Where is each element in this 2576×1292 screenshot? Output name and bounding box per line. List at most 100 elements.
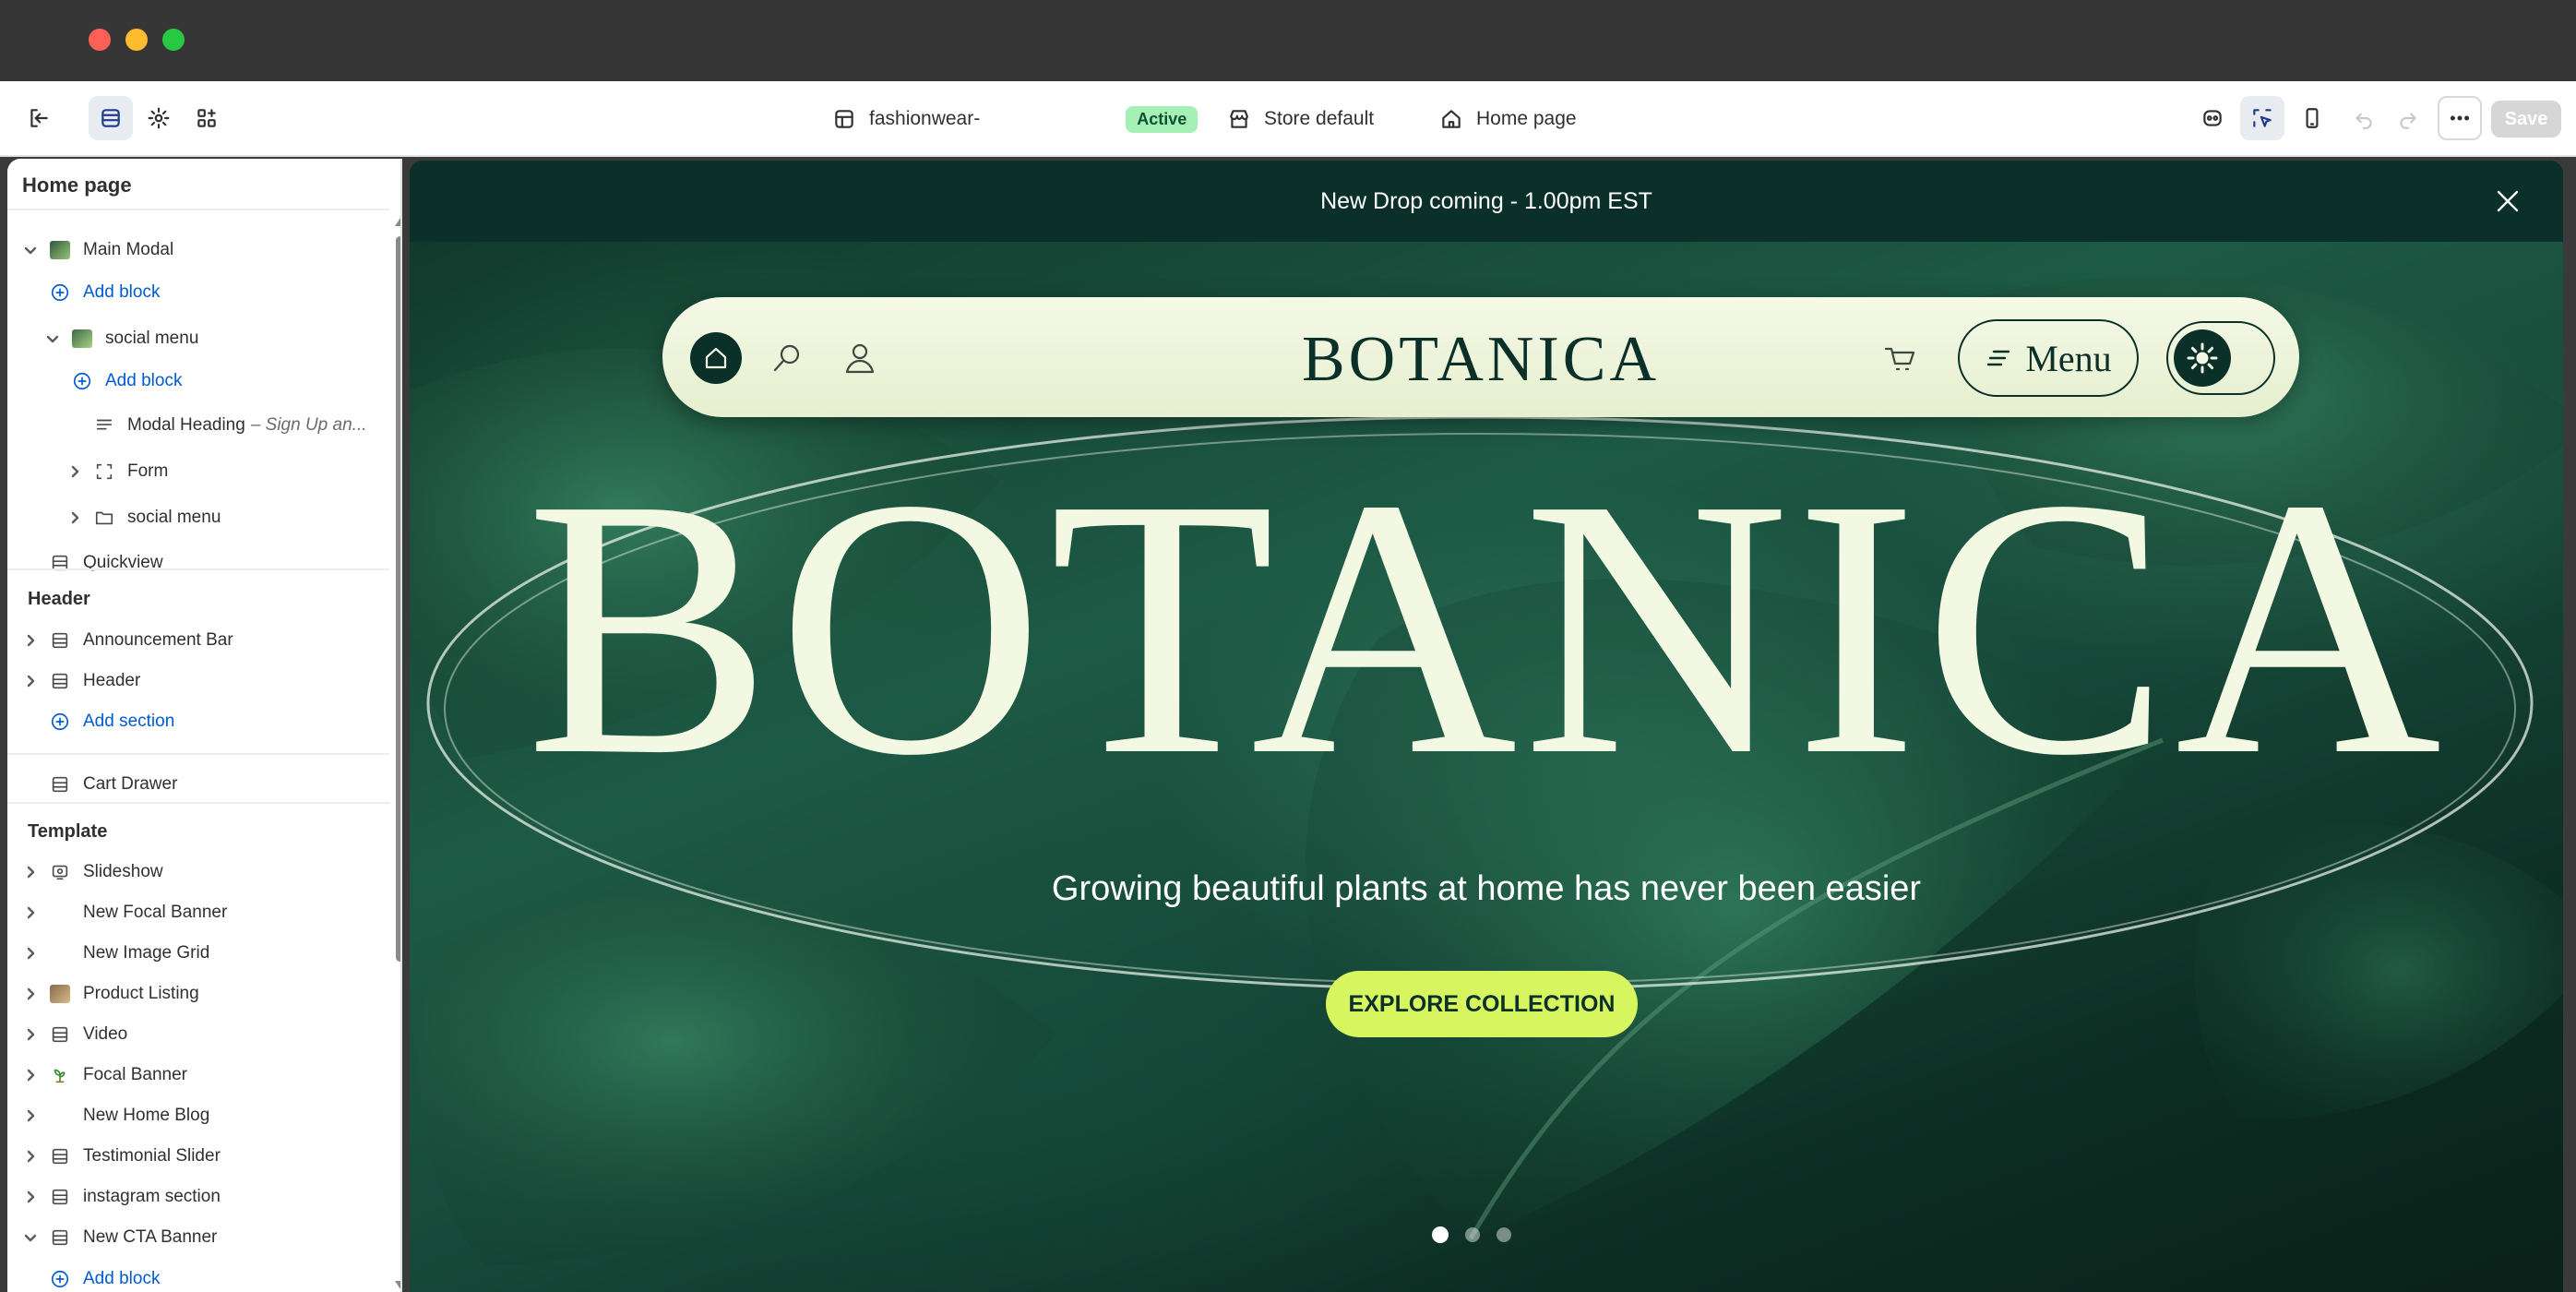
chevron-right-icon[interactable] bbox=[17, 1027, 44, 1042]
preview-mode-button[interactable] bbox=[2190, 96, 2235, 140]
slide-dot-1[interactable] bbox=[1432, 1226, 1449, 1243]
tree-item-new-home-blog[interactable]: New Home Blog bbox=[17, 1100, 209, 1131]
tree-item-main-modal[interactable]: Main Modal bbox=[17, 234, 173, 266]
tree-item-new-cta-banner[interactable]: New CTA Banner bbox=[17, 1222, 217, 1253]
ellipsis-icon bbox=[2450, 115, 2470, 121]
undo-button[interactable] bbox=[2342, 96, 2386, 140]
tree-item-label: Focal Banner bbox=[83, 1065, 188, 1084]
window-zoom-button[interactable] bbox=[162, 29, 185, 51]
hero-title: BOTANICA bbox=[525, 423, 2448, 831]
divider bbox=[7, 753, 389, 755]
redo-button[interactable] bbox=[2386, 96, 2430, 140]
menu-label: Menu bbox=[2025, 337, 2112, 379]
tree-item-label: Testimonial Slider bbox=[83, 1146, 221, 1166]
theme-toggle-switch[interactable] bbox=[2166, 321, 2275, 395]
exit-button[interactable] bbox=[17, 96, 61, 140]
tree-item-label: New Image Grid bbox=[83, 943, 210, 963]
theme-status-badge: Active bbox=[1126, 105, 1199, 133]
tree-item-quickview[interactable]: Quickview bbox=[44, 547, 163, 579]
chevron-right-icon[interactable] bbox=[17, 865, 44, 879]
tree-item-video[interactable]: Video bbox=[17, 1019, 127, 1050]
inspector-button[interactable] bbox=[2240, 96, 2284, 140]
tree-item-label: Announcement Bar bbox=[83, 630, 233, 650]
home-icon bbox=[1442, 110, 1461, 128]
plant-thumbnail-icon bbox=[44, 1065, 76, 1085]
editor-topbar: fashionwear- Active Store default Home p… bbox=[0, 81, 2576, 157]
text-icon bbox=[89, 415, 120, 436]
chevron-right-icon[interactable] bbox=[17, 987, 44, 1001]
folder-icon bbox=[89, 508, 120, 528]
announcement-text: New Drop coming - 1.00pm EST bbox=[1320, 187, 1652, 214]
theme-selector[interactable]: fashionwear- Active bbox=[832, 100, 1199, 138]
chevron-right-icon[interactable] bbox=[17, 633, 44, 648]
cart-button[interactable] bbox=[1880, 338, 1921, 378]
chevron-down-icon[interactable] bbox=[39, 331, 66, 346]
scrollbar-thumb[interactable] bbox=[396, 236, 400, 962]
store-selector[interactable]: Store default bbox=[1227, 100, 1374, 138]
page-selector[interactable]: Home page bbox=[1439, 100, 1577, 138]
sections-sidebar: Home page Main Modal Add block social me… bbox=[7, 159, 402, 1292]
group-title-header: Header bbox=[28, 589, 90, 609]
chevron-right-icon[interactable] bbox=[17, 946, 44, 961]
window-close-button[interactable] bbox=[89, 29, 111, 51]
chevron-right-icon[interactable] bbox=[61, 464, 89, 479]
explore-collection-button[interactable]: EXPLORE COLLECTION bbox=[1326, 971, 1638, 1037]
tree-item-new-image-grid[interactable]: New Image Grid bbox=[17, 938, 209, 969]
chevron-right-icon[interactable] bbox=[17, 905, 44, 920]
chevron-right-icon[interactable] bbox=[61, 510, 89, 525]
apps-button[interactable] bbox=[185, 96, 229, 140]
tree-item-focal-banner[interactable]: Focal Banner bbox=[17, 1059, 187, 1091]
group-title-template: Template bbox=[28, 821, 108, 842]
chevron-right-icon[interactable] bbox=[17, 1108, 44, 1123]
add-block-button[interactable]: Add block bbox=[44, 277, 160, 308]
tree-item-label: Modal Heading bbox=[127, 415, 245, 435]
tree-item-form[interactable]: Form bbox=[61, 456, 168, 487]
hero-slideshow[interactable]: BOTANICA Menu BOTANICA Growing beautiful… bbox=[410, 242, 2563, 1292]
theme-settings-button[interactable] bbox=[137, 96, 181, 140]
tree-item-header[interactable]: Header bbox=[17, 665, 140, 697]
tree-item-label: Video bbox=[83, 1024, 128, 1044]
more-actions-button[interactable] bbox=[2438, 96, 2482, 140]
mobile-view-button[interactable] bbox=[2290, 96, 2334, 140]
sections-tab-button[interactable] bbox=[89, 96, 133, 140]
add-block-button[interactable]: Add block bbox=[44, 1263, 160, 1292]
scroll-down-arrow-icon[interactable] bbox=[395, 1281, 400, 1289]
window-minimize-button[interactable] bbox=[125, 29, 148, 51]
tree-item-label: social menu bbox=[105, 329, 199, 348]
menu-lines-icon bbox=[1987, 350, 2010, 366]
add-section-button[interactable]: Add section bbox=[44, 706, 174, 737]
chevron-down-icon[interactable] bbox=[17, 1230, 44, 1245]
sidebar-scrollbar[interactable] bbox=[393, 210, 400, 1292]
save-button[interactable]: Save bbox=[2491, 101, 2561, 138]
sun-icon bbox=[2174, 329, 2231, 387]
slide-dot-3[interactable] bbox=[1497, 1227, 1511, 1242]
slide-dot-2[interactable] bbox=[1465, 1227, 1480, 1242]
site-navigation-bar: BOTANICA Menu bbox=[662, 297, 2299, 417]
divider bbox=[7, 802, 389, 804]
menu-button[interactable]: Menu bbox=[1958, 319, 2139, 397]
tree-item-social-menu-folder[interactable]: social menu bbox=[61, 502, 221, 533]
tree-item-instagram-section[interactable]: instagram section bbox=[17, 1181, 221, 1213]
close-announcement-button[interactable] bbox=[2493, 186, 2522, 216]
tree-item-announcement-bar[interactable]: Announcement Bar bbox=[17, 625, 233, 656]
tree-item-label: Slideshow bbox=[83, 862, 163, 881]
chevron-down-icon[interactable] bbox=[17, 243, 44, 257]
chevron-right-icon[interactable] bbox=[17, 1149, 44, 1164]
theme-name: fashionwear- bbox=[869, 108, 981, 129]
section-icon bbox=[44, 1187, 76, 1207]
tree-item-new-focal-banner[interactable]: New Focal Banner bbox=[17, 897, 227, 928]
scroll-up-arrow-icon[interactable] bbox=[395, 218, 400, 226]
tree-item-modal-heading[interactable]: Modal Heading – Sign Up an... bbox=[89, 410, 367, 441]
tree-item-testimonial-slider[interactable]: Testimonial Slider bbox=[17, 1141, 221, 1172]
tree-item-social-menu[interactable]: social menu bbox=[39, 323, 198, 354]
announcement-bar[interactable]: New Drop coming - 1.00pm EST bbox=[410, 161, 2563, 242]
chevron-right-icon[interactable] bbox=[17, 1190, 44, 1204]
tree-item-slideshow[interactable]: Slideshow bbox=[17, 856, 163, 888]
chevron-right-icon[interactable] bbox=[17, 1068, 44, 1083]
add-block-button[interactable]: Add block bbox=[66, 365, 182, 397]
redo-icon bbox=[2400, 113, 2416, 129]
storefront-preview[interactable]: New Drop coming - 1.00pm EST BOTANICA Me… bbox=[410, 161, 2563, 1292]
chevron-right-icon[interactable] bbox=[17, 674, 44, 688]
tree-item-cart-drawer[interactable]: Cart Drawer bbox=[44, 769, 177, 800]
tree-item-product-listing[interactable]: Product Listing bbox=[17, 978, 199, 1010]
